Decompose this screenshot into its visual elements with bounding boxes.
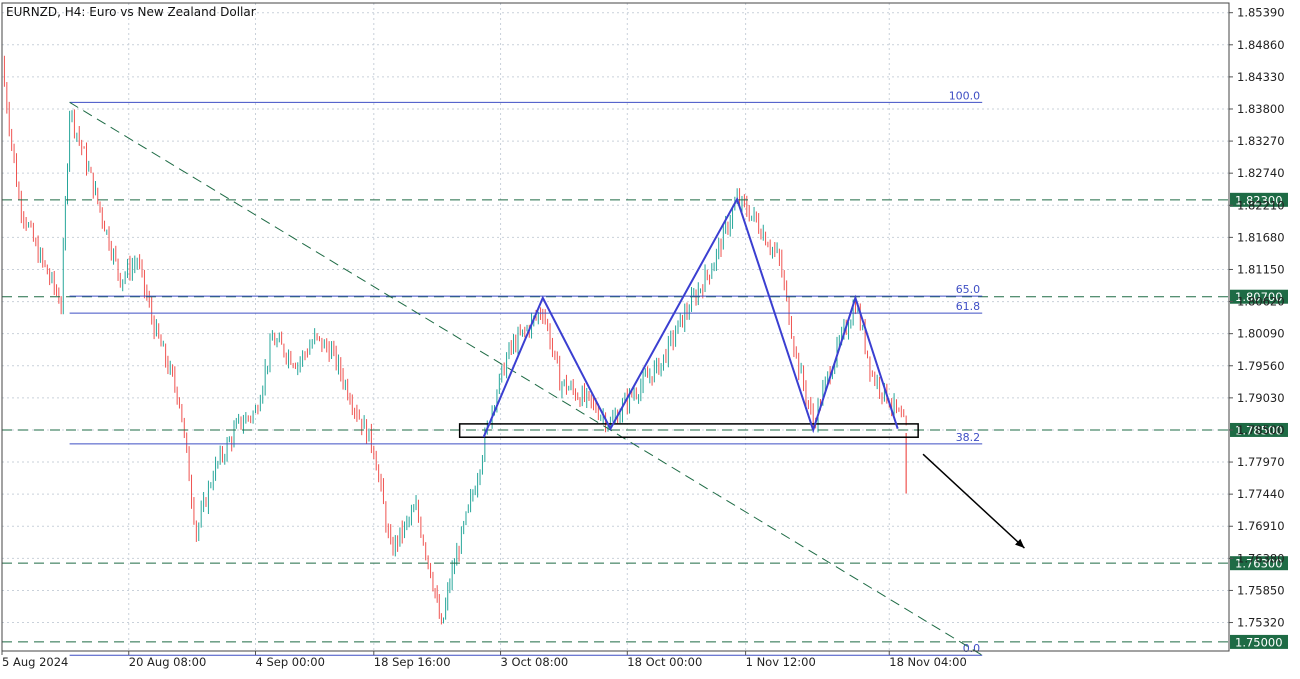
y-tick-label: 1.81150	[1237, 262, 1285, 276]
x-tick-label: 20 Aug 08:00	[129, 655, 207, 669]
fib-level-label: 65.0	[956, 283, 981, 296]
y-tick-label: 1.75850	[1237, 583, 1285, 597]
y-tick-label: 1.78500	[1237, 423, 1285, 437]
y-tick-label: 1.75320	[1237, 616, 1285, 630]
chart-canvas[interactable]: 1.823001.807001.785001.763001.75000100.0…	[0, 0, 1300, 675]
x-tick-label: 18 Oct 00:00	[627, 655, 702, 669]
y-tick-label: 1.77440	[1237, 487, 1285, 501]
fib-level-label: 38.2	[956, 431, 981, 444]
y-tick-label: 1.80620	[1237, 295, 1285, 309]
level-price-label: 1.75000	[1235, 635, 1283, 649]
y-tick-label: 1.85390	[1237, 6, 1285, 20]
x-tick-label: 18 Nov 04:00	[889, 655, 967, 669]
fib-level-label: 61.8	[956, 300, 981, 313]
y-tick-label: 1.76910	[1237, 519, 1285, 533]
chart-title: EURNZD, H4: Euro vs New Zealand Dollar	[6, 5, 256, 19]
y-tick-label: 1.84860	[1237, 38, 1285, 52]
y-tick-label: 1.77970	[1237, 455, 1285, 469]
y-tick-label: 1.76380	[1237, 551, 1285, 565]
x-tick-label: 18 Sep 16:00	[374, 655, 451, 669]
chart-background	[0, 0, 1300, 675]
y-tick-label: 1.82210	[1237, 198, 1285, 212]
y-tick-label: 1.83270	[1237, 134, 1285, 148]
y-tick-label: 1.81680	[1237, 230, 1285, 244]
y-tick-label: 1.79030	[1237, 391, 1285, 405]
fib-level-label: 0.0	[963, 642, 981, 655]
y-tick-label: 1.80090	[1237, 327, 1285, 341]
fib-level-label: 100.0	[949, 89, 981, 102]
x-tick-label: 5 Aug 2024	[2, 655, 68, 669]
y-tick-label: 1.82740	[1237, 166, 1285, 180]
x-tick-label: 4 Sep 00:00	[256, 655, 325, 669]
y-tick-label: 1.83800	[1237, 102, 1285, 116]
x-tick-label: 3 Oct 08:00	[501, 655, 569, 669]
y-tick-label: 1.84330	[1237, 70, 1285, 84]
price-chart[interactable]: 1.82300 1.80700 1.78500 1.76300 1.75000 100.0…	[0, 0, 1300, 675]
y-tick-label: 1.79560	[1237, 359, 1285, 373]
x-tick-label: 1 Nov 12:00	[746, 655, 816, 669]
